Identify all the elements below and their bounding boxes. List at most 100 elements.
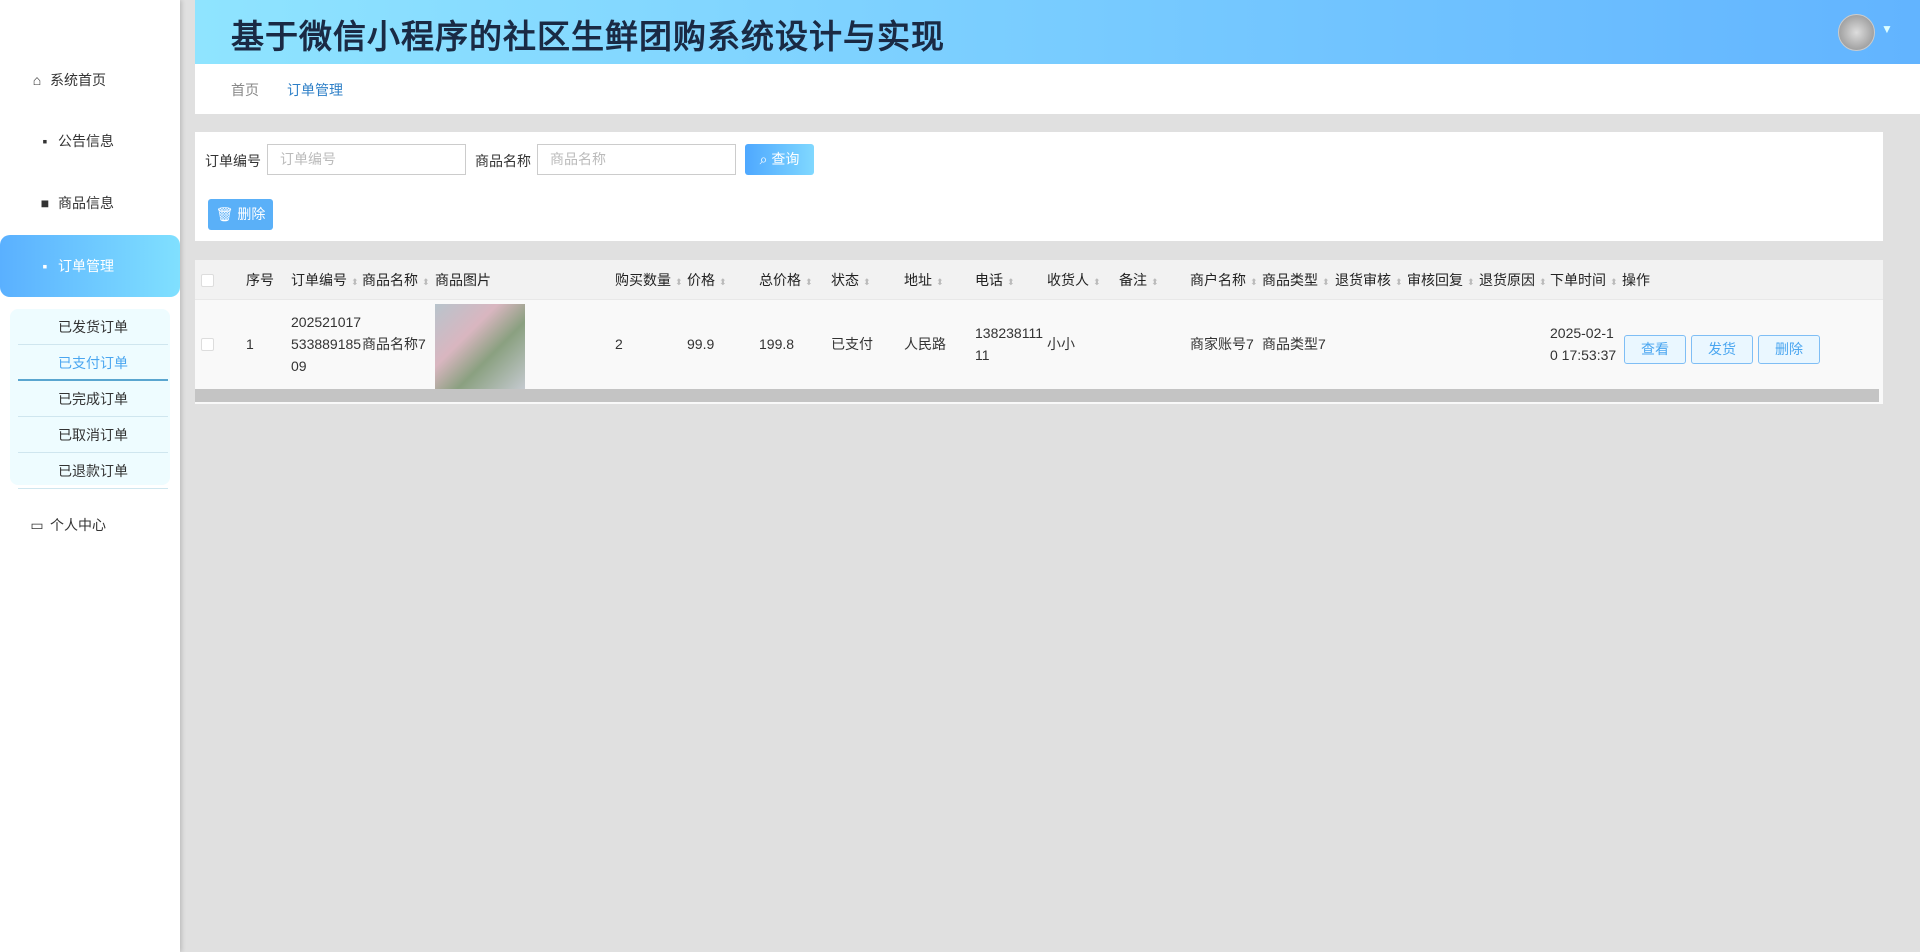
- column-header[interactable]: 商品类型 ⬍: [1262, 260, 1330, 300]
- sidebar-item-notices[interactable]: ▪ 公告信息: [0, 121, 180, 161]
- cell-order-no: 202521017 533889185 09: [291, 311, 361, 377]
- column-header[interactable]: 备注 ⬍: [1119, 260, 1159, 300]
- column-header[interactable]: 地址 ⬍: [904, 260, 944, 300]
- orders-submenu: 已发货订单 已支付订单 已完成订单 已取消订单 已退款订单: [10, 309, 170, 489]
- column-label: 备注: [1119, 272, 1147, 288]
- avatar[interactable]: [1838, 14, 1875, 51]
- sort-icon[interactable]: ⬍: [1007, 277, 1015, 287]
- row-delete-button[interactable]: 删除: [1758, 335, 1820, 364]
- column-header: 商品图片: [435, 260, 491, 300]
- trash-icon: 🗑: [215, 206, 234, 222]
- sort-icon[interactable]: ⬍: [1093, 277, 1101, 287]
- time-line: 2025-02-1: [1550, 325, 1614, 341]
- column-header[interactable]: 退货原因 ⬍: [1479, 260, 1547, 300]
- column-label: 订单编号: [291, 272, 347, 288]
- column-label: 状态: [831, 272, 859, 288]
- sort-icon[interactable]: ⬍: [1322, 277, 1330, 287]
- column-header[interactable]: 商品名称 ⬍: [362, 260, 430, 300]
- cell-address: 人民路: [904, 336, 946, 352]
- column-label: 操作: [1622, 272, 1650, 288]
- sort-icon[interactable]: ⬍: [936, 277, 944, 287]
- column-label: 总价格: [759, 272, 801, 288]
- column-label: 商品类型: [1262, 272, 1318, 288]
- column-header[interactable]: 订单编号 ⬍: [291, 260, 359, 300]
- cell-product: 商品名称7: [362, 336, 426, 352]
- product-image[interactable]: [435, 304, 525, 393]
- sort-icon[interactable]: ⬍: [422, 277, 430, 287]
- breadcrumb-home[interactable]: 首页: [231, 80, 259, 100]
- product-name-input[interactable]: 商品名称: [537, 144, 736, 175]
- submenu-paid[interactable]: 已支付订单: [18, 345, 168, 381]
- time-line: 0 17:53:37: [1550, 347, 1617, 363]
- sidebar-item-products[interactable]: ■ 商品信息: [0, 183, 180, 223]
- column-header[interactable]: 总价格 ⬍: [759, 260, 813, 300]
- column-label: 下单时间: [1550, 272, 1606, 288]
- chevron-down-icon[interactable]: ▼: [1881, 22, 1893, 36]
- column-header: 操作: [1622, 260, 1650, 300]
- grid-icon: ▪: [42, 133, 48, 149]
- app-title: 基于微信小程序的社区生鲜团购系统设计与实现: [231, 18, 945, 55]
- sort-icon[interactable]: ⬍: [863, 277, 871, 287]
- sort-icon[interactable]: ⬍: [675, 277, 683, 287]
- delete-button[interactable]: 🗑 删除: [208, 199, 273, 230]
- order-no-line: 202521017: [291, 314, 362, 330]
- column-header[interactable]: 状态 ⬍: [831, 260, 871, 300]
- cell-qty: 2: [615, 336, 623, 352]
- sort-icon[interactable]: ⬍: [1467, 277, 1475, 287]
- order-no-line: 533889185: [291, 336, 362, 352]
- cell-merchant: 商家账号7: [1190, 336, 1254, 352]
- column-header[interactable]: 电话 ⬍: [975, 260, 1015, 300]
- submenu-refunded[interactable]: 已退款订单: [18, 453, 168, 489]
- sidebar-item-home[interactable]: ⌂ 系统首页: [0, 60, 180, 100]
- sidebar: ⌂ 系统首页 ▪ 公告信息 ■ 商品信息 ▪ 订单管理 已发货订单 已支付订单 已完成订…: [0, 0, 180, 952]
- column-header[interactable]: 价格 ⬍: [687, 260, 727, 300]
- column-header[interactable]: 购买数量 ⬍: [615, 260, 683, 300]
- cell-price: 99.9: [687, 336, 715, 352]
- table-row: 1 202521017 533889185 09 商品名称7 2 99.9 199.…: [195, 300, 1883, 393]
- column-label: 电话: [975, 272, 1003, 288]
- search-icon: ⌕: [759, 151, 768, 167]
- view-button[interactable]: 查看: [1624, 335, 1686, 364]
- column-label: 退货审核: [1335, 272, 1391, 288]
- column-label: 序号: [246, 272, 274, 288]
- breadcrumb: 首页 订单管理: [195, 64, 1920, 114]
- select-all-checkbox[interactable]: [201, 274, 214, 287]
- order-no-label: 订单编号: [205, 153, 261, 169]
- submenu-shipped[interactable]: 已发货订单: [18, 309, 168, 345]
- sidebar-item-orders[interactable]: ▪ 订单管理: [0, 235, 180, 297]
- column-header[interactable]: 审核回复 ⬍: [1407, 260, 1475, 300]
- cell-receiver: 小小: [1047, 336, 1075, 352]
- sidebar-item-profile[interactable]: ▭ 个人中心: [0, 505, 180, 545]
- column-label: 商户名称: [1190, 272, 1246, 288]
- column-label: 收货人: [1047, 272, 1089, 288]
- table-header: 序号 订单编号 ⬍ 商品名称 ⬍ 商品图片 购买数量 ⬍ 价格 ⬍ 总价格 ⬍ 状态 ⬍ 地址 ⬍ 电话 ⬍ 收货人…: [195, 260, 1883, 300]
- sort-icon[interactable]: ⬍: [1151, 277, 1159, 287]
- column-header[interactable]: 退货审核 ⬍: [1335, 260, 1403, 300]
- header: 基于微信小程序的社区生鲜团购系统设计与实现 ▼: [195, 0, 1920, 64]
- column-header[interactable]: 下单时间 ⬍: [1550, 260, 1618, 300]
- column-label: 退货原因: [1479, 272, 1535, 288]
- sort-icon[interactable]: ⬍: [351, 277, 359, 287]
- horizontal-scrollbar[interactable]: [195, 389, 1879, 402]
- order-no-input[interactable]: 订单编号: [267, 144, 466, 175]
- sort-icon[interactable]: ⬍: [1395, 277, 1403, 287]
- column-header[interactable]: 收货人 ⬍: [1047, 260, 1101, 300]
- submenu-cancelled[interactable]: 已取消订单: [18, 417, 168, 453]
- sort-icon[interactable]: ⬍: [1539, 277, 1547, 287]
- cell-phone: 138238111 11: [975, 322, 1043, 366]
- column-label: 审核回复: [1407, 272, 1463, 288]
- sort-icon[interactable]: ⬍: [719, 277, 727, 287]
- sort-icon[interactable]: ⬍: [805, 277, 813, 287]
- column-label: 商品图片: [435, 272, 491, 288]
- briefcase-icon: ■: [40, 195, 50, 211]
- search-panel: 订单编号 订单编号 商品名称 商品名称 ⌕ 查询 🗑 删除: [195, 132, 1883, 241]
- submenu-completed[interactable]: 已完成订单: [18, 381, 168, 417]
- query-button[interactable]: ⌕ 查询: [745, 144, 814, 175]
- row-checkbox[interactable]: [201, 338, 214, 351]
- sort-icon[interactable]: ⬍: [1250, 277, 1258, 287]
- sort-icon[interactable]: ⬍: [1610, 277, 1618, 287]
- phone-line: 11: [975, 347, 990, 363]
- ship-button[interactable]: 发货: [1691, 335, 1753, 364]
- column-header[interactable]: 商户名称 ⬍: [1190, 260, 1258, 300]
- grid-icon: ▪: [42, 258, 48, 274]
